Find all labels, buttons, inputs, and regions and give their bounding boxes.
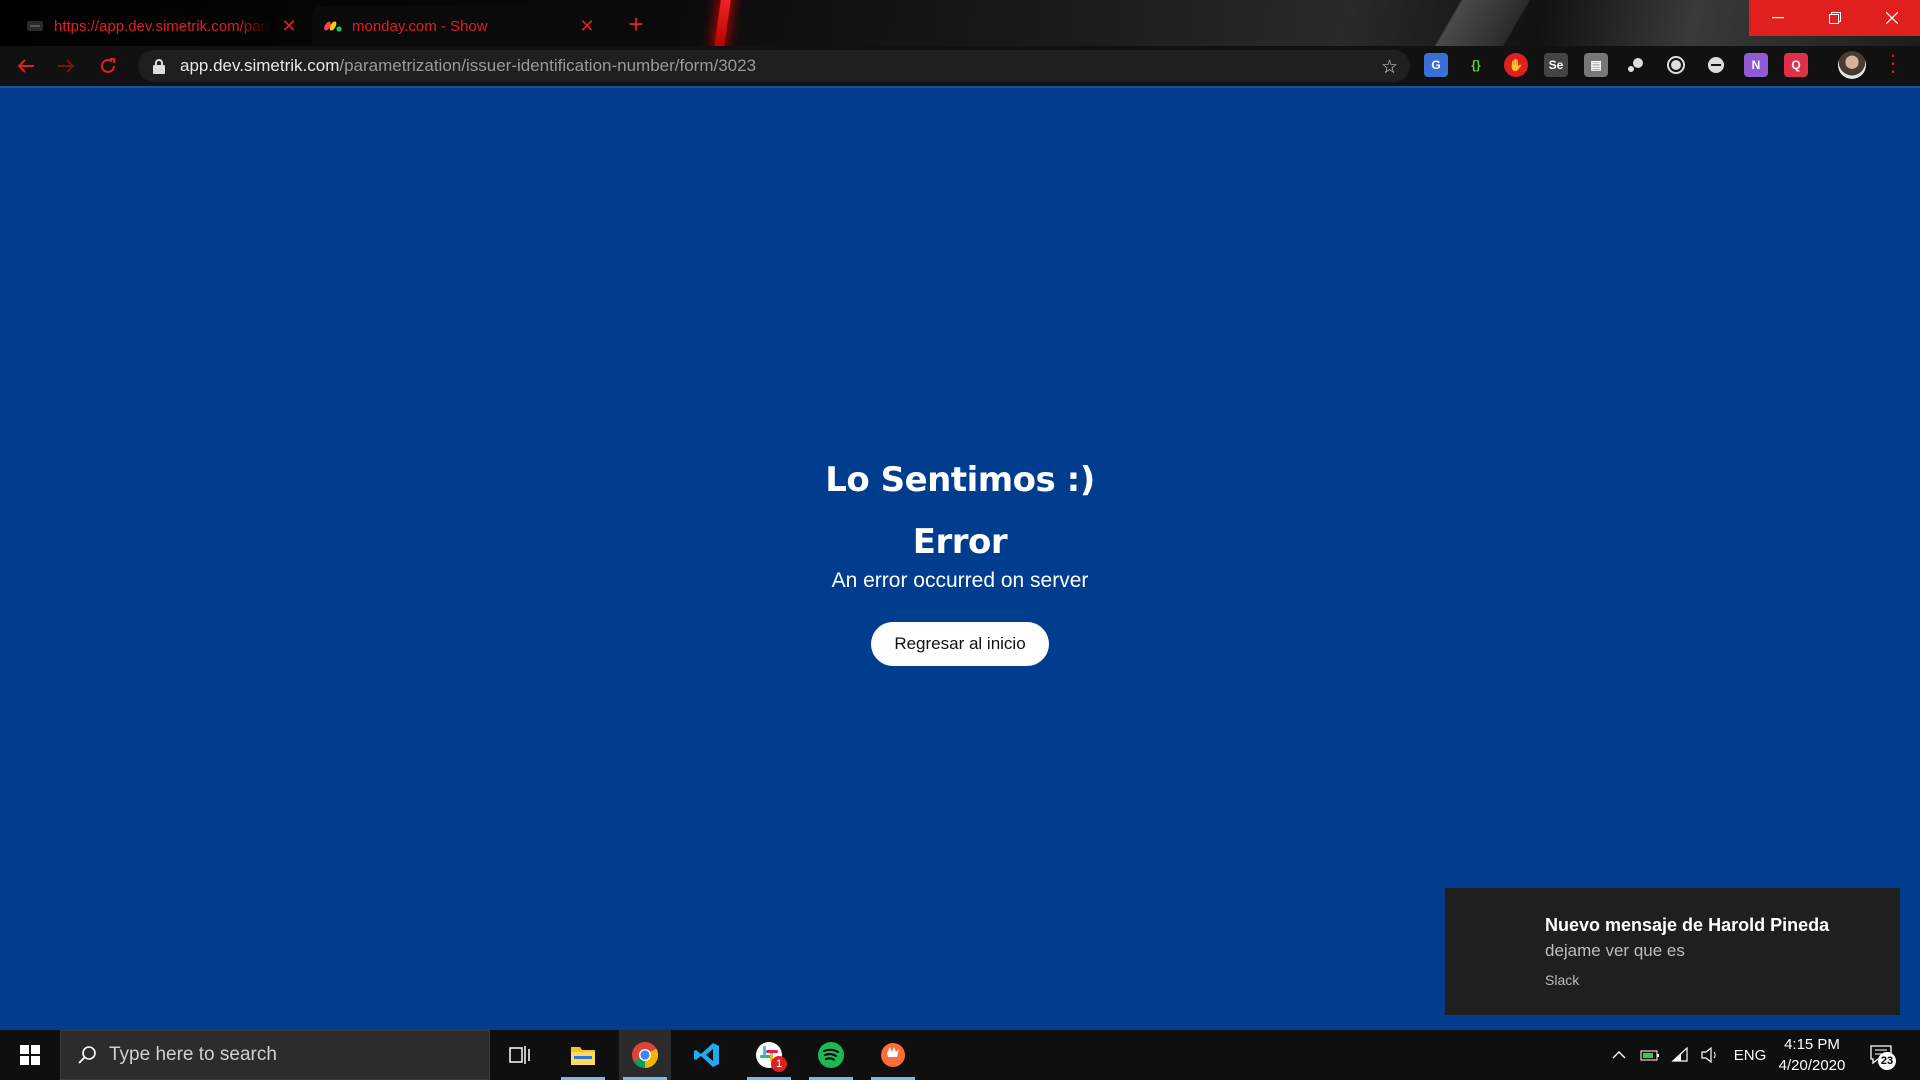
error-title: Error: [912, 522, 1008, 562]
address-bar[interactable]: app.dev.simetrik.com/parametrization/iss…: [138, 50, 1410, 82]
translate-extension-icon[interactable]: G: [1424, 53, 1448, 77]
file-explorer-button[interactable]: [557, 1030, 609, 1080]
restore-button[interactable]: [1806, 0, 1863, 36]
slack-notification[interactable]: Nuevo mensaje de Harold Pineda dejame ve…: [1445, 888, 1900, 1015]
url-path: /parametrization/issuer-identification-n…: [339, 56, 757, 75]
taskbar: Type here to search 1 ENG 4:15 PM 4/20/2…: [0, 1030, 1920, 1080]
postman-button[interactable]: [867, 1030, 919, 1080]
pin-extension-icon[interactable]: [1624, 53, 1648, 77]
error-message: An error occurred on server: [831, 569, 1089, 592]
more-icon[interactable]: · · ·: [1888, 44, 1898, 82]
clock-time: 4:15 PM: [1784, 1036, 1840, 1053]
close-window-button[interactable]: [1863, 0, 1920, 36]
chrome-icon: [632, 1042, 659, 1069]
taskbar-search-input[interactable]: Type here to search: [60, 1030, 490, 1080]
wifi-icon[interactable]: [1668, 1030, 1692, 1080]
lock-icon: [153, 59, 165, 74]
record-extension-icon[interactable]: [1664, 53, 1688, 77]
windows-icon: [20, 1045, 40, 1065]
postman-icon: [881, 1043, 905, 1067]
quick-extension-icon[interactable]: Q: [1784, 53, 1808, 77]
close-icon[interactable]: ✕: [280, 16, 298, 37]
clock-date: 4/20/2020: [1778, 1057, 1846, 1074]
adblock-extension-icon[interactable]: ✋: [1504, 53, 1528, 77]
browser-titlebar: https://app.dev.simetrik.com/parametriza…: [0, 0, 1920, 46]
new-tab-button[interactable]: +: [620, 9, 652, 41]
arrow-right-icon: [58, 59, 75, 73]
tab-title: https://app.dev.simetrik.com/parametriza…: [54, 17, 270, 35]
show-hidden-icons-button[interactable]: [1608, 1030, 1630, 1080]
close-icon[interactable]: ✕: [578, 16, 596, 37]
notification-count-badge: 23: [1878, 1052, 1896, 1070]
search-icon: [78, 1046, 96, 1064]
slack-button[interactable]: 1: [743, 1030, 795, 1080]
tab-monday[interactable]: monday.com - Show ✕: [312, 6, 608, 46]
star-icon[interactable]: ☆: [1381, 56, 1398, 79]
arrow-left-icon: [17, 59, 34, 73]
theme-decoration: [713, 0, 733, 46]
avatar[interactable]: [1838, 51, 1866, 79]
chrome-button[interactable]: [619, 1030, 671, 1080]
task-view-button[interactable]: [494, 1030, 546, 1080]
error-content: Lo Sentimos :) Error An error occurred o…: [0, 456, 1920, 666]
briefcase-extension-icon[interactable]: ▤: [1584, 53, 1608, 77]
clock[interactable]: 4:15 PM 4/20/2020: [1772, 1034, 1852, 1076]
notification-body: dejame ver que es: [1545, 941, 1685, 960]
tab-title: monday.com - Show: [352, 17, 488, 35]
reload-button[interactable]: [90, 46, 126, 86]
url-host: app.dev.simetrik.com: [180, 56, 340, 75]
monday-icon: [324, 17, 342, 35]
slack-badge: 1: [771, 1056, 787, 1072]
notification-app: Slack: [1545, 972, 1580, 988]
forward-button[interactable]: [48, 46, 84, 86]
sorry-heading: Lo Sentimos :): [825, 460, 1095, 500]
selenium-extension-icon[interactable]: Se: [1544, 53, 1568, 77]
back-button[interactable]: [8, 46, 44, 86]
tab-simetrik[interactable]: https://app.dev.simetrik.com/parametriza…: [14, 6, 310, 46]
onenote-extension-icon[interactable]: N: [1744, 53, 1768, 77]
simetrik-icon: [26, 17, 44, 35]
start-button[interactable]: [0, 1030, 60, 1080]
vscode-icon: [694, 1043, 719, 1067]
return-home-button[interactable]: Regresar al inicio: [871, 622, 1049, 666]
task-view-icon: [509, 1046, 530, 1064]
chevron-up-icon: [1612, 1051, 1626, 1059]
json-extension-icon[interactable]: {}: [1464, 53, 1488, 77]
minimize-button[interactable]: [1749, 0, 1806, 36]
reload-icon: [101, 58, 115, 73]
vscode-button[interactable]: [681, 1030, 733, 1080]
volume-icon[interactable]: [1698, 1030, 1722, 1080]
folder-icon: [571, 1047, 595, 1065]
notification-title: Nuevo mensaje de Harold Pineda: [1545, 915, 1830, 935]
spotify-icon: [818, 1042, 844, 1068]
search-placeholder: Type here to search: [109, 1044, 277, 1065]
input-language[interactable]: ENG: [1732, 1030, 1768, 1080]
minus-circle-extension-icon[interactable]: [1704, 53, 1728, 77]
battery-icon[interactable]: [1638, 1030, 1662, 1080]
theme-decoration: [1370, 0, 1570, 46]
spotify-button[interactable]: [805, 1030, 857, 1080]
